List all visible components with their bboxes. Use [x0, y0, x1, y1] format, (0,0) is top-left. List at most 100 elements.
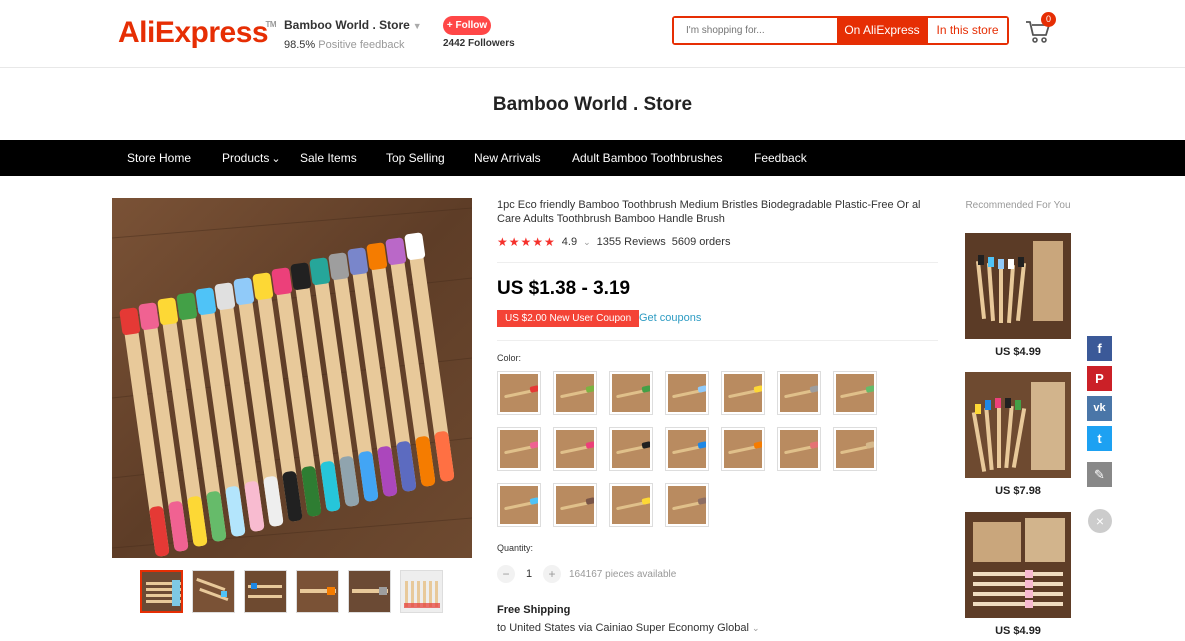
color-swatch[interactable]: [665, 483, 709, 527]
swatch-bristles: [865, 441, 874, 449]
store-name-text: Bamboo World . Store: [284, 18, 410, 32]
recommended-image: [965, 372, 1071, 478]
shipping-method-text: to United States via Cainiao Super Econo…: [497, 622, 749, 634]
toothbrush-bristles: [290, 262, 312, 290]
color-swatch[interactable]: [777, 427, 821, 471]
quantity-input[interactable]: 1: [515, 568, 543, 580]
swatch-image: [668, 430, 706, 468]
search-store-button[interactable]: In this store: [927, 18, 1007, 43]
swatch-image: [668, 374, 706, 412]
swatch-bristles: [641, 385, 650, 393]
nav-store-home[interactable]: Store Home: [127, 151, 191, 165]
top-header: AliExpress TM Bamboo World . Store ▼ 98.5%…: [0, 0, 1185, 68]
toothbrush-bristles: [157, 297, 179, 325]
recommended-price: US $4.99: [995, 625, 1041, 637]
color-swatch[interactable]: [665, 427, 709, 471]
swatch-image: [668, 486, 706, 524]
color-swatch[interactable]: [609, 371, 653, 415]
swatch-bristles: [529, 441, 538, 449]
product-title: 1pc Eco friendly Bamboo Toothbrush Mediu…: [497, 199, 921, 225]
recommended-item[interactable]: US $7.98: [965, 372, 1071, 497]
product-main-image[interactable]: [112, 198, 472, 558]
orders-count: 5609 orders: [671, 236, 731, 248]
swatch-image: [724, 430, 762, 468]
color-swatches: [497, 371, 889, 527]
toothbrush-bristles: [214, 282, 236, 310]
facebook-icon[interactable]: f: [1087, 336, 1112, 361]
quantity-increase-button[interactable]: +: [543, 565, 561, 583]
thumbnail-5[interactable]: [348, 570, 391, 613]
color-swatch[interactable]: [665, 371, 709, 415]
swatch-image: [500, 486, 538, 524]
swatch-image: [500, 430, 538, 468]
feedback-label: Positive feedback: [318, 39, 405, 51]
color-swatch[interactable]: [553, 371, 597, 415]
search-input[interactable]: [674, 18, 837, 43]
nav-products[interactable]: Products ⌄: [222, 151, 281, 165]
color-swatch[interactable]: [721, 427, 765, 471]
swatch-image: [780, 430, 818, 468]
star-rating-icon: ★★★★★: [497, 235, 556, 249]
toothbrush-bristles: [385, 237, 407, 265]
nav-sale-items[interactable]: Sale Items: [300, 151, 357, 165]
vk-icon[interactable]: vk: [1087, 396, 1112, 421]
close-icon[interactable]: ×: [1088, 509, 1112, 533]
thumbnail-2[interactable]: [192, 570, 235, 613]
thumbnail-3[interactable]: [244, 570, 287, 613]
pinterest-icon[interactable]: P: [1087, 366, 1112, 391]
swatch-image: [612, 430, 650, 468]
color-swatch[interactable]: [833, 371, 877, 415]
swatch-image: [724, 374, 762, 412]
swatch-bristles: [809, 441, 818, 449]
toothbrush-bristles: [138, 302, 160, 330]
toothbrush-bristles: [271, 267, 293, 295]
recommended-item[interactable]: US $4.99: [965, 512, 1071, 637]
aliexpress-logo[interactable]: AliExpress TM: [118, 16, 277, 50]
shipping-title: Free Shipping: [497, 604, 571, 616]
color-swatch[interactable]: [553, 483, 597, 527]
quantity-decrease-button[interactable]: −: [497, 565, 515, 583]
product-price: US $1.38 - 3.19: [497, 278, 631, 299]
color-swatch[interactable]: [609, 483, 653, 527]
color-swatch[interactable]: [609, 427, 653, 471]
swatch-bristles: [585, 441, 594, 449]
color-label: Color:: [497, 353, 522, 363]
quantity-stepper: − 1 + 164167 pieces available: [497, 565, 676, 583]
store-title: Bamboo World . Store: [492, 94, 693, 115]
color-swatch[interactable]: [497, 371, 541, 415]
get-coupons-link[interactable]: Get coupons: [639, 312, 701, 324]
thumbnail-1[interactable]: [140, 570, 183, 613]
color-swatch[interactable]: [833, 427, 877, 471]
color-swatch[interactable]: [777, 371, 821, 415]
recommended-item[interactable]: US $4.99: [965, 233, 1071, 358]
search-aliexpress-button[interactable]: On AliExpress: [837, 18, 927, 43]
thumbnail-6[interactable]: [400, 570, 443, 613]
nav-adult-bamboo-toothbrushes[interactable]: Adult Bamboo Toothbrushes: [572, 151, 723, 165]
follow-button[interactable]: + Follow: [443, 16, 491, 35]
shipping-method[interactable]: to United States via Cainiao Super Econo…: [497, 622, 760, 634]
toothbrush-bristles: [404, 232, 426, 260]
toothbrush-bristles: [195, 287, 217, 315]
swatch-bristles: [697, 441, 706, 449]
pen-icon[interactable]: ✎: [1087, 462, 1112, 487]
reviews-count[interactable]: 1355 Reviews: [597, 236, 666, 248]
toothbrush-bristles: [176, 292, 198, 320]
color-swatch[interactable]: [721, 371, 765, 415]
swatch-bristles: [641, 497, 650, 505]
swatch-image: [556, 374, 594, 412]
toothbrush-bristles: [366, 242, 388, 270]
color-swatch[interactable]: [497, 427, 541, 471]
nav-feedback[interactable]: Feedback: [754, 151, 807, 165]
nav-top-selling[interactable]: Top Selling: [386, 151, 445, 165]
new-user-coupon-badge[interactable]: US $2.00 New User Coupon: [497, 310, 640, 327]
rating-value[interactable]: 4.9: [562, 236, 577, 248]
nav-new-arrivals[interactable]: New Arrivals: [474, 151, 541, 165]
color-swatch[interactable]: [553, 427, 597, 471]
thumbnail-4[interactable]: [296, 570, 339, 613]
store-name-link[interactable]: Bamboo World . Store ▼: [284, 18, 422, 32]
color-swatch[interactable]: [497, 483, 541, 527]
toothbrush-bristles: [252, 272, 274, 300]
nav-products-label: Products: [222, 151, 270, 165]
logo-text-ali: Ali: [118, 16, 155, 49]
twitter-icon[interactable]: t: [1087, 426, 1112, 451]
